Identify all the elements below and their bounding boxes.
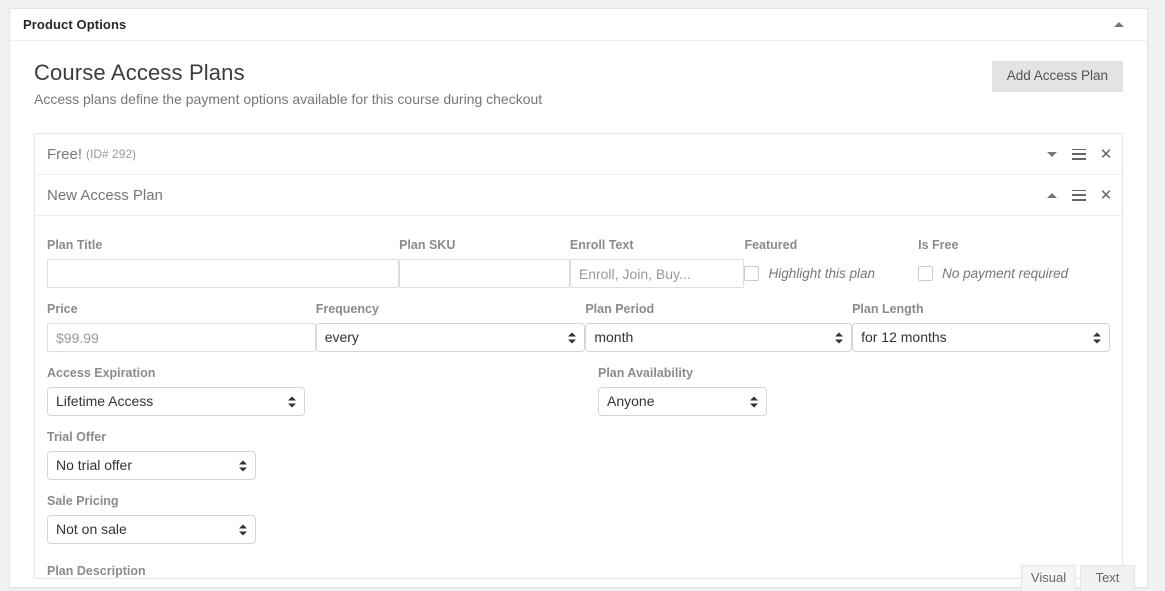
is-free-checkbox-line: No payment required	[918, 259, 1110, 288]
price-input[interactable]	[47, 323, 316, 353]
featured-checkbox[interactable]	[744, 266, 760, 282]
access-expiration-select[interactable]: Lifetime Access	[47, 387, 305, 417]
section-header: Course Access Plans Access plans define …	[34, 41, 1123, 109]
access-plan-row-expanded[interactable]: New Access Plan ✕	[35, 175, 1122, 217]
featured-checkbox-line: Highlight this plan	[744, 259, 918, 288]
field-plan-title: Plan Title	[47, 238, 400, 289]
trial-offer-select[interactable]: No trial offer	[47, 451, 256, 481]
price-label: Price	[47, 302, 78, 317]
tab-visual[interactable]: Visual	[1021, 565, 1076, 591]
is-free-checkbox[interactable]	[918, 266, 934, 282]
page-title: Course Access Plans	[34, 60, 245, 85]
plan-availability-select[interactable]: Anyone	[598, 387, 767, 417]
form-row-5: Sale Pricing Not on sale	[47, 494, 1110, 545]
plan-title-text: New Access Plan	[47, 186, 163, 204]
hamburger-icon	[1072, 148, 1086, 160]
is-free-label: Is Free	[918, 238, 959, 253]
metabox-body: Course Access Plans Access plans define …	[10, 41, 1147, 591]
plan-period-select[interactable]: month	[585, 323, 853, 353]
form-row-4: Trial Offer No trial offer	[47, 430, 1110, 481]
plan-delete-button[interactable]: ✕	[1099, 185, 1113, 204]
form-row-3: Access Expiration Lifetime Access Plan A…	[47, 366, 1110, 417]
triangle-down-icon	[1047, 151, 1057, 157]
form-row-2: Price Frequency every	[47, 302, 1111, 353]
plan-id-text: (ID# 292)	[86, 147, 137, 162]
access-plan-form: Plan Title Plan SKU Enroll Text Featured	[35, 216, 1122, 545]
plan-title-input[interactable]	[47, 259, 400, 289]
trial-offer-label: Trial Offer	[47, 430, 107, 445]
plan-title-label: Plan Title	[47, 238, 103, 253]
field-access-expiration: Access Expiration Lifetime Access	[47, 366, 322, 417]
metabox-header: Product Options	[10, 9, 1147, 41]
section-subtitle: Access plans define the payment options …	[34, 90, 543, 107]
access-plans-container: Free! (ID# 292) ✕ New Access Plan ✕ Plan…	[34, 133, 1135, 591]
plan-drag-handle[interactable]	[1072, 188, 1086, 202]
close-icon: ✕	[1099, 185, 1113, 204]
plan-sku-label: Plan SKU	[399, 238, 456, 253]
field-plan-sku: Plan SKU	[399, 238, 570, 289]
triangle-up-icon	[1047, 192, 1057, 198]
metabox-collapse-toggle[interactable]	[1113, 19, 1125, 31]
editor-tabs: Visual Text	[1021, 565, 1135, 591]
field-is-free: Is Free No payment required	[918, 238, 1110, 288]
triangle-up-icon	[1114, 22, 1124, 27]
sale-pricing-label: Sale Pricing	[47, 494, 119, 509]
plan-delete-button[interactable]: ✕	[1099, 144, 1113, 163]
sale-pricing-select[interactable]: Not on sale	[47, 515, 256, 545]
add-access-plan-button[interactable]: Add Access Plan	[991, 61, 1123, 93]
field-trial-offer: Trial Offer No trial offer	[47, 430, 322, 481]
plan-collapse-toggle[interactable]	[1045, 188, 1059, 202]
field-price: Price	[47, 302, 316, 353]
field-plan-availability: Plan Availability Anyone	[598, 366, 871, 417]
close-icon: ✕	[1099, 144, 1113, 163]
plan-sku-input[interactable]	[399, 259, 570, 289]
plan-drag-handle[interactable]	[1072, 147, 1086, 161]
featured-checkbox-label: Highlight this plan	[768, 265, 876, 281]
field-featured: Featured Highlight this plan	[744, 238, 918, 288]
plan-availability-label: Plan Availability	[598, 366, 693, 381]
plan-row-actions: ✕	[1045, 175, 1113, 215]
plan-title-text: Free!	[47, 145, 83, 163]
plan-length-label: Plan Length	[852, 302, 924, 317]
featured-label: Featured	[744, 238, 798, 253]
plan-length-select[interactable]: for 12 months	[852, 323, 1111, 353]
plan-expand-toggle[interactable]	[1045, 147, 1059, 161]
product-options-metabox: Product Options Course Access Plans Acce…	[9, 8, 1148, 591]
access-plan-row-collapsed[interactable]: Free! (ID# 292) ✕	[35, 134, 1122, 176]
form-row-1: Plan Title Plan SKU Enroll Text Featured	[47, 238, 1110, 289]
frequency-label: Frequency	[315, 302, 379, 317]
enroll-text-input[interactable]	[569, 259, 745, 289]
tab-text[interactable]: Text	[1080, 565, 1135, 591]
is-free-checkbox-label: No payment required	[942, 265, 1069, 281]
plan-row-actions: ✕	[1045, 134, 1113, 174]
field-frequency: Frequency every	[315, 302, 586, 353]
access-expiration-label: Access Expiration	[47, 366, 156, 381]
field-plan-period: Plan Period month	[585, 302, 853, 353]
frequency-select[interactable]: every	[315, 323, 586, 353]
field-plan-length: Plan Length for 12 months	[852, 302, 1111, 353]
field-sale-pricing: Sale Pricing Not on sale	[47, 494, 322, 545]
plan-period-label: Plan Period	[585, 302, 655, 317]
plan-description-label: Plan Description	[47, 564, 146, 579]
hamburger-icon	[1072, 189, 1086, 201]
enroll-text-label: Enroll Text	[569, 238, 634, 253]
spacer-col	[322, 366, 598, 416]
metabox-title: Product Options	[23, 17, 127, 32]
field-enroll-text: Enroll Text	[569, 238, 745, 289]
